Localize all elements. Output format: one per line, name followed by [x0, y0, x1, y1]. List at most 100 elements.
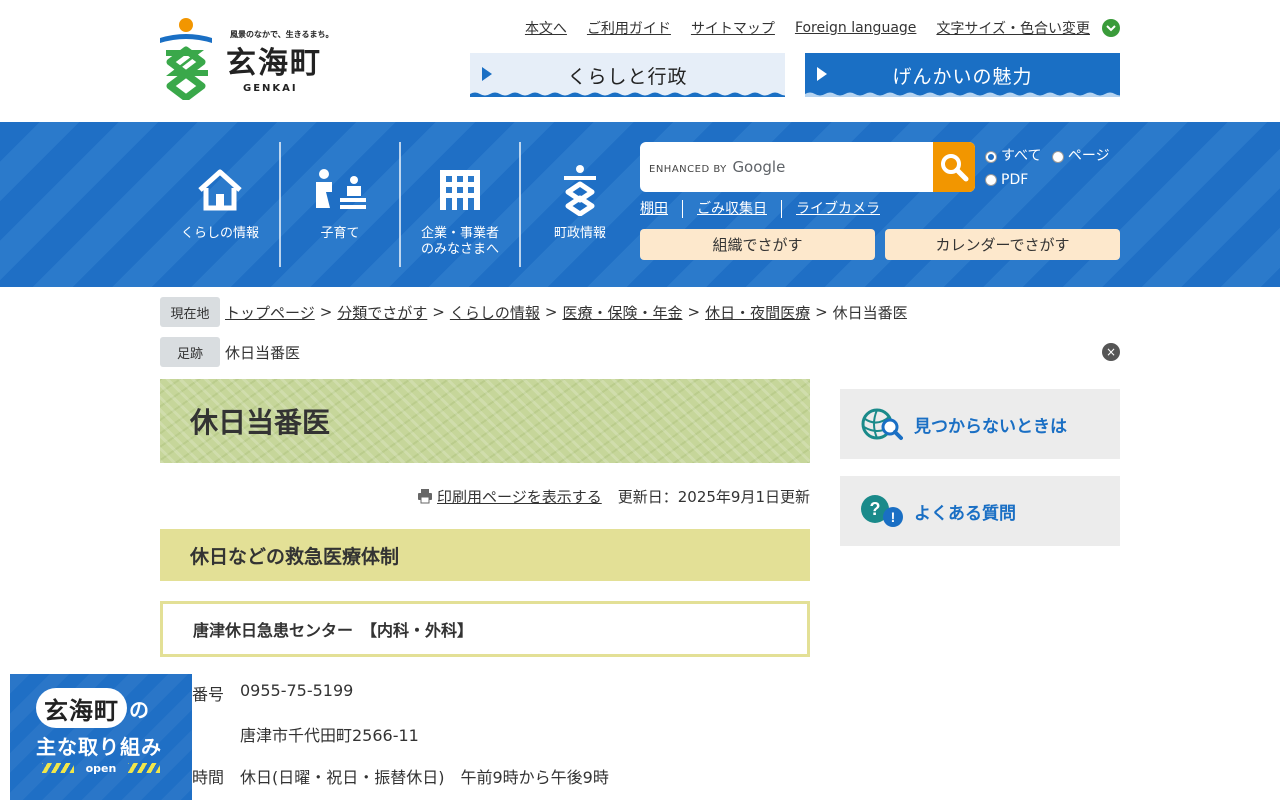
radio-dot	[985, 174, 997, 186]
info-value: 唐津市千代田町2566-11	[240, 726, 419, 745]
genkai-emblem-icon	[160, 18, 212, 100]
wave-decoration	[805, 92, 1120, 97]
footprint-link[interactable]: 休日当番医	[225, 342, 300, 363]
radio-all[interactable]: すべて	[985, 146, 1041, 167]
quick-link-garbage-day[interactable]: ごみ収集日	[682, 200, 781, 218]
info-row-address: 唐津市千代田町2566-11	[192, 722, 419, 746]
breadcrumb-link[interactable]: 休日・夜間医療	[705, 302, 810, 323]
building-icon	[438, 160, 482, 220]
site-search: ENHANCED BY Google	[640, 142, 975, 192]
faq-label: よくある質問	[914, 503, 1016, 524]
breadcrumb-separator: >	[544, 303, 558, 321]
utility-links: 本文へ ご利用ガイド サイトマップ Foreign language 文字サイズ…	[525, 18, 1120, 38]
close-icon[interactable]: ×	[1102, 343, 1120, 361]
breadcrumb-link[interactable]: トップページ	[225, 302, 315, 323]
info-key: 時間	[192, 768, 225, 787]
main-initiatives-banner[interactable]: 玄海町 の 主な取り組み open	[10, 674, 192, 800]
nav-item-kosodate[interactable]: 子育て	[280, 142, 400, 267]
print-row: 印刷用ページを表示する 更新日：2025年9月1日更新	[160, 485, 810, 507]
faq-icon: ?!	[860, 493, 904, 529]
breadcrumb-separator: >	[687, 303, 701, 321]
radio-pdf[interactable]: PDF	[985, 170, 1028, 191]
footprint: 足跡 休日当番医 ×	[160, 337, 1120, 367]
breadcrumb-separator: >	[432, 303, 445, 321]
arrow-right-icon	[482, 67, 492, 81]
search-scope-radios: すべて ページ PDF	[985, 146, 1125, 193]
print-page-link[interactable]: 印刷用ページを表示する	[437, 486, 602, 507]
nav-item-business[interactable]: 企業・事業者 のみなさまへ	[400, 142, 520, 267]
section-heading: 休日などの救急医療体制	[160, 529, 810, 581]
banner-open-label: open	[85, 761, 117, 775]
quick-link-live-camera[interactable]: ライブカメラ	[781, 200, 894, 218]
kurashi-gyosei-label: くらしと行政	[567, 65, 688, 88]
genkai-miryoku-button[interactable]: げんかいの魅力	[805, 53, 1120, 97]
home-icon	[196, 160, 244, 220]
genkai-miryoku-label: げんかいの魅力	[892, 65, 1033, 88]
util-link-sitemap[interactable]: サイトマップ	[691, 18, 775, 38]
search-button[interactable]	[933, 142, 975, 192]
info-key	[192, 722, 240, 746]
parent-child-icon	[314, 160, 366, 220]
kurashi-gyosei-button[interactable]: くらしと行政	[470, 53, 785, 97]
banner-title: 玄海町 の	[36, 688, 149, 728]
radio-label: すべて	[1001, 148, 1042, 164]
page-title: 休日当番医	[160, 379, 810, 463]
breadcrumb-link[interactable]: くらしの情報	[450, 302, 540, 323]
search-icon	[941, 154, 969, 182]
wave-decoration	[470, 92, 785, 97]
nav-item-kurashi[interactable]: くらしの情報	[160, 142, 280, 267]
site-header: 風景のなかで、生きるまち。 玄海町 GENKAI 本文へ ご利用ガイド サイトマ…	[0, 0, 1280, 122]
not-found-label: 見つからないときは	[914, 416, 1067, 437]
banner-subtitle: 主な取り組み	[36, 735, 162, 759]
town-emblem-icon	[560, 160, 600, 220]
breadcrumb: 現在地 トップページ > 分類でさがす > くらしの情報 > 医療・保険・年金 …	[160, 297, 1120, 327]
util-link-guide[interactable]: ご利用ガイド	[587, 18, 671, 38]
breadcrumb-current: 休日当番医	[832, 303, 908, 322]
updated-date: 更新日：2025年9月1日更新	[617, 487, 810, 506]
site-logo[interactable]: 風景のなかで、生きるまち。 玄海町 GENKAI	[160, 16, 334, 100]
info-key: 番号	[192, 685, 225, 704]
logo-tagline: 風景のなかで、生きるまち。	[230, 30, 334, 39]
breadcrumb-label: 現在地	[160, 297, 220, 327]
radio-label: PDF	[1001, 171, 1029, 188]
svg-text:?: ?	[870, 499, 881, 519]
banner-town-name: 玄海町	[36, 688, 127, 728]
global-nav: くらしの情報 子育て 企業・事業者 のみなさまへ 町政情報 ENHANCED B…	[0, 122, 1280, 287]
info-value: 0955-75-5199	[240, 681, 354, 700]
radio-page[interactable]: ページ	[1051, 146, 1110, 167]
info-row-hours: 時間 休日(日曜・祝日・振替休日) 午前9時から午後9時	[192, 764, 609, 788]
not-found-button[interactable]: 見つからないときは	[840, 389, 1120, 459]
logo-name: 玄海町	[226, 46, 322, 81]
info-value: 休日(日曜・祝日・振替休日) 午前9時から午後9時	[240, 768, 609, 787]
quick-links: 棚田 ごみ収集日 ライブカメラ	[640, 200, 894, 218]
stripe-decoration	[128, 763, 160, 773]
nav-label: くらしの情報	[180, 226, 259, 241]
radio-dot	[1051, 150, 1064, 163]
printer-icon	[418, 489, 433, 504]
logo-roman: GENKAI	[243, 83, 298, 94]
nav-label: 町政情報	[553, 226, 606, 241]
nav-label: 企業・事業者 のみなさまへ	[420, 226, 499, 257]
util-link-foreign-language[interactable]: Foreign language	[795, 20, 916, 36]
breadcrumb-separator: >	[815, 303, 828, 321]
banner-open: open	[36, 761, 166, 775]
subsection-heading: 唐津休日急患センター 【内科・外科】	[160, 601, 810, 657]
find-by-organization-button[interactable]: 組織でさがす	[640, 229, 875, 260]
quick-link-tanada[interactable]: 棚田	[640, 200, 682, 218]
util-link-font-size-color[interactable]: 文字サイズ・色合い変更	[936, 18, 1090, 38]
nav-item-chosei[interactable]: 町政情報	[520, 142, 640, 267]
chevron-down-icon[interactable]	[1102, 19, 1120, 37]
globe-search-icon	[860, 406, 904, 442]
breadcrumb-separator: >	[319, 303, 333, 321]
util-link-skip[interactable]: 本文へ	[525, 18, 567, 38]
faq-button[interactable]: ?! よくある質問	[840, 476, 1120, 546]
nav-label: 子育て	[320, 226, 360, 241]
svg-text:!: !	[891, 509, 896, 525]
breadcrumb-link[interactable]: 分類でさがす	[337, 302, 427, 323]
search-input[interactable]	[640, 142, 933, 192]
banner-particle: の	[129, 697, 149, 722]
radio-label: ページ	[1067, 148, 1110, 164]
footprint-label: 足跡	[160, 337, 220, 367]
breadcrumb-link[interactable]: 医療・保険・年金	[562, 302, 682, 323]
find-by-calendar-button[interactable]: カレンダーでさがす	[885, 229, 1120, 260]
